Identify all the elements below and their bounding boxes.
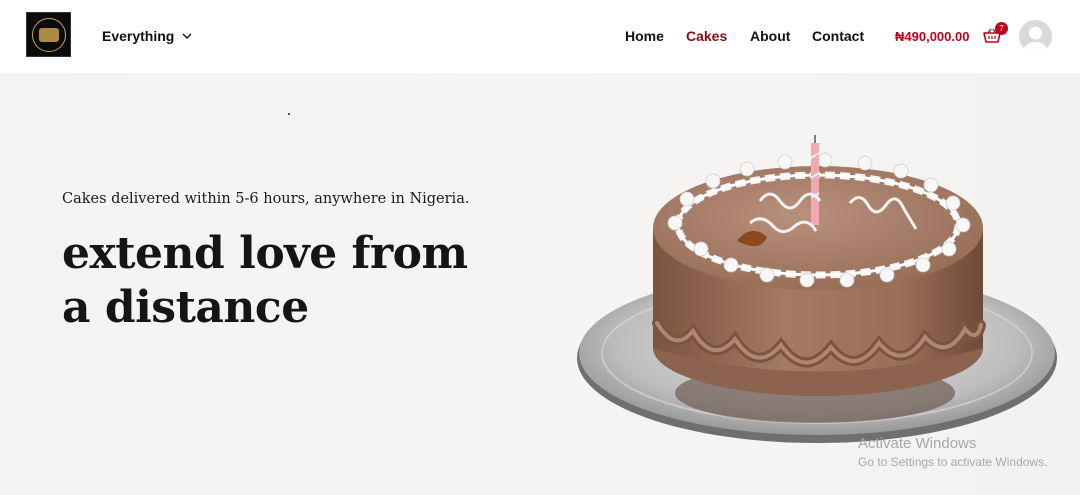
hero-tagline: Cakes delivered within 5-6 hours, anywhe…	[62, 191, 470, 207]
chevron-down-icon	[182, 33, 192, 39]
site-header: Everything Home Cakes About Contact ₦490…	[0, 0, 1080, 73]
hero-banner: Cakes delivered within 5-6 hours, anywhe…	[0, 73, 1080, 495]
watermark-title: Activate Windows	[858, 435, 977, 452]
category-dropdown[interactable]: Everything	[102, 28, 192, 44]
nav-about[interactable]: About	[750, 28, 790, 44]
nav-cakes[interactable]: Cakes	[686, 28, 727, 44]
category-dropdown-label: Everything	[102, 28, 175, 44]
nav-home[interactable]: Home	[625, 28, 664, 44]
nav-contact[interactable]: Contact	[812, 28, 864, 44]
hero-headline: extend love from a distance	[62, 228, 468, 333]
logo-emblem	[31, 17, 66, 52]
decorative-dot	[288, 113, 290, 115]
cart-total[interactable]: ₦490,000.00	[895, 29, 969, 44]
user-avatar-icon[interactable]	[1019, 20, 1052, 53]
cart-count-badge: 7	[995, 22, 1008, 35]
site-logo[interactable]	[26, 12, 71, 57]
watermark-subtitle: Go to Settings to activate Windows.	[858, 455, 1048, 469]
windows-activation-watermark: Activate Windows Go to Settings to activ…	[858, 435, 1047, 469]
